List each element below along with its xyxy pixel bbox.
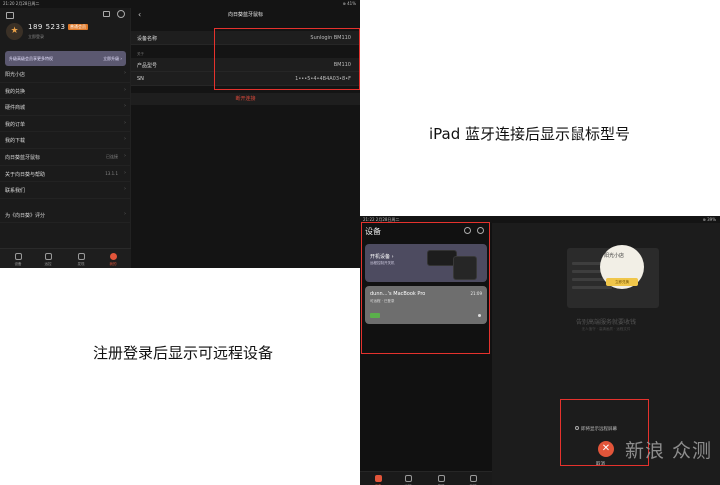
status-bar: 21:20 2月28日周二 ⊕ 41% bbox=[0, 0, 360, 8]
compass-icon bbox=[77, 253, 85, 260]
promo-message: 告别高端服务就要收钱 bbox=[575, 319, 636, 326]
tab-discover[interactable]: 发现 bbox=[71, 253, 91, 267]
menu-label: 为《向日葵》评分 bbox=[5, 212, 46, 219]
chevron-right-icon: › bbox=[124, 103, 126, 110]
section-label: 关于 bbox=[137, 52, 144, 56]
sunflower-icon bbox=[109, 253, 117, 260]
promo-title: 阳光小店 bbox=[604, 253, 625, 259]
caption-bluetooth: iPad 蓝牙连接后显示鼠标型号 bbox=[429, 125, 631, 143]
menu-label: 我的下载 bbox=[5, 138, 26, 145]
menu-item-bluetooth-mouse[interactable]: 向日葵蓝牙鼠标 已连接 › bbox=[0, 149, 131, 166]
chevron-right-icon: › bbox=[124, 136, 126, 143]
chevron-right-icon: › bbox=[124, 152, 126, 159]
menu-label: 我的兑换 bbox=[5, 88, 26, 95]
account-subtitle: 立即登录 bbox=[28, 34, 44, 39]
row-label: 产品型号 bbox=[137, 63, 158, 69]
tab-bar: 设备 远控 发现 我的 bbox=[0, 248, 131, 268]
monitor-icon bbox=[14, 253, 22, 260]
remote-icon bbox=[404, 475, 412, 482]
row-label: 设备名称 bbox=[137, 36, 158, 42]
menu-value: 已连接 bbox=[106, 153, 118, 159]
promo-banner[interactable]: 升级高级会员享更多特权 立即升级 › bbox=[5, 51, 126, 66]
menu-item-contact[interactable]: 联系我们 › bbox=[0, 182, 131, 199]
menu-item-exchange[interactable]: 我的兑换 › bbox=[0, 83, 131, 100]
tab-discover[interactable]: 发现 bbox=[431, 475, 451, 485]
chevron-right-icon: › bbox=[124, 186, 126, 193]
menu-label: 关于向日葵与帮助 bbox=[5, 171, 46, 178]
tab-me[interactable]: 我的 bbox=[103, 253, 123, 267]
tab-bar: 设备 远控 发现 我的 bbox=[360, 471, 492, 485]
highlight-box-device-list bbox=[361, 222, 490, 354]
tab-label: 我的 bbox=[109, 262, 117, 266]
tab-remote[interactable]: 远控 bbox=[398, 475, 418, 485]
chevron-right-icon: › bbox=[124, 169, 126, 176]
menu-label: 联系我们 bbox=[5, 188, 26, 195]
gear-icon[interactable] bbox=[117, 10, 125, 18]
menu-item-hardware[interactable]: 硬件商城 › bbox=[0, 99, 131, 116]
caption-remote-devices: 注册登录后显示可远程设备 bbox=[93, 344, 274, 362]
highlight-box-mouse-info bbox=[214, 28, 360, 90]
chevron-right-icon: › bbox=[124, 119, 126, 126]
menu-label: 阳光小店 bbox=[5, 72, 26, 78]
chevron-right-icon: › bbox=[124, 210, 126, 217]
status-battery: ⊕ 39% bbox=[702, 217, 716, 222]
status-time: 21:20 2月28日周二 bbox=[3, 1, 40, 6]
chevron-right-icon: › bbox=[124, 70, 126, 76]
scan-icon[interactable] bbox=[6, 12, 14, 19]
tab-label: 设备 bbox=[14, 262, 22, 266]
tab-devices[interactable]: 设备 bbox=[8, 253, 28, 267]
menu-value: 13.1.1 bbox=[105, 170, 118, 176]
disconnect-button[interactable]: 断开连接 bbox=[131, 93, 360, 105]
menu-item-rate[interactable]: 为《向日葵》评分 › bbox=[0, 207, 131, 224]
chevron-right-icon: › bbox=[124, 86, 126, 93]
member-badge: 普通会员 bbox=[68, 24, 88, 30]
person-icon bbox=[469, 475, 477, 482]
status-battery: ⊕ 41% bbox=[342, 1, 356, 6]
menu-item-orders[interactable]: 我的订单 › bbox=[0, 116, 131, 133]
promo-text: 升级高级会员享更多特权 bbox=[9, 56, 53, 61]
promo-action[interactable]: 立即升级 › bbox=[103, 56, 122, 62]
tab-remote[interactable]: 远控 bbox=[38, 253, 58, 267]
menu-label: 向日葵蓝牙鼠标 bbox=[5, 154, 41, 161]
tab-devices[interactable]: 设备 bbox=[368, 475, 388, 485]
compass-icon bbox=[437, 475, 445, 482]
sidebar-menu: 阳光小店 › 我的兑换 › 硬件商城 › 我的订单 › 我的下载 › 向日葵蓝牙鼠标 已连接… bbox=[0, 66, 131, 224]
page-title: 向日葵蓝牙鼠标 bbox=[227, 12, 263, 18]
shop-promo-circle: 阳光小店 立即兑换 bbox=[600, 245, 644, 289]
watermark: 新浪 众测 bbox=[625, 440, 713, 462]
row-label: SN bbox=[137, 76, 144, 82]
promo-sub: 无人值守 · 高清画质 · 远程文件 bbox=[581, 327, 631, 331]
tab-me[interactable]: 我的 bbox=[463, 475, 483, 485]
promo-button: 立即兑换 bbox=[606, 278, 638, 286]
menu-label: 我的订单 bbox=[5, 121, 26, 128]
remote-icon bbox=[44, 253, 52, 260]
message-icon[interactable] bbox=[103, 11, 110, 17]
tab-label: 远控 bbox=[44, 262, 52, 266]
menu-item-shop[interactable]: 阳光小店 › bbox=[0, 66, 131, 83]
menu-label: 硬件商城 bbox=[5, 105, 26, 112]
sidebar: ★ 189 5233 0855 普通会员 立即登录 升级高级会员享更多特权 立即… bbox=[0, 8, 131, 268]
menu-item-downloads[interactable]: 我的下载 › bbox=[0, 132, 131, 149]
monitor-icon bbox=[374, 475, 382, 482]
tab-label: 发现 bbox=[77, 262, 85, 266]
menu-item-about[interactable]: 关于向日葵与帮助 13.1.1 › bbox=[0, 166, 131, 183]
avatar[interactable]: ★ bbox=[6, 23, 23, 40]
